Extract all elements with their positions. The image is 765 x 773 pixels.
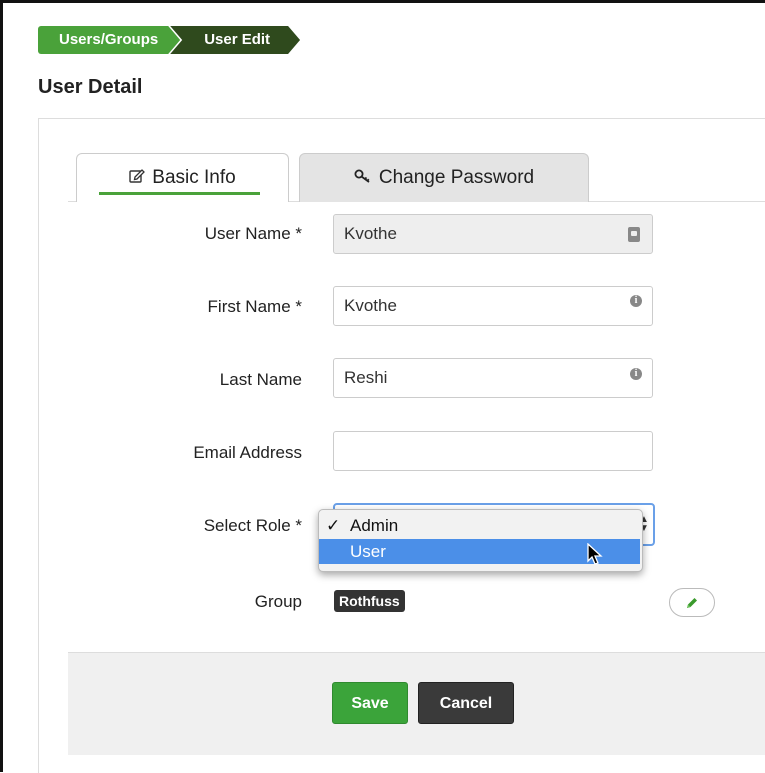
page-title: User Detail (38, 76, 143, 98)
email-address-label: Email Address (193, 443, 302, 462)
first-name-field[interactable] (333, 286, 653, 326)
active-tab-indicator (99, 192, 260, 195)
role-option-admin-label: Admin (350, 516, 399, 535)
user-name-label: User Name * (204, 224, 302, 243)
pencil-icon (687, 597, 697, 608)
role-option-admin[interactable]: ✓ Admin (319, 513, 640, 538)
select-role-label: Select Role * (203, 516, 302, 535)
edit-icon (129, 167, 146, 189)
mouse-cursor-icon (587, 543, 603, 565)
group-label: Group (254, 592, 302, 611)
breadcrumb-users-groups[interactable]: Users/Groups (38, 26, 180, 54)
window-frame-top (0, 0, 765, 3)
tab-change-password[interactable]: Change Password (299, 153, 589, 202)
last-name-field[interactable] (333, 358, 653, 398)
first-name-label: First Name * (207, 297, 302, 316)
group-badge: Rothfuss (334, 590, 405, 612)
tab-basic-info-label: Basic Info (152, 167, 236, 188)
email-address-field[interactable] (333, 431, 653, 471)
book-icon (628, 227, 640, 242)
breadcrumb-user-edit: User Edit (170, 26, 300, 54)
info-icon: i (630, 295, 642, 307)
user-name-field[interactable] (333, 214, 653, 254)
info-icon: i (630, 368, 642, 380)
cancel-button[interactable]: Cancel (418, 682, 514, 724)
save-button[interactable]: Save (332, 682, 408, 724)
tab-change-password-label: Change Password (378, 167, 535, 188)
breadcrumb: Users/Groups User Edit (38, 26, 300, 54)
checkmark-icon: ✓ (326, 516, 341, 535)
window-frame-left (0, 0, 3, 772)
last-name-label: Last Name (219, 370, 302, 389)
role-option-user-label: User (350, 542, 386, 561)
key-icon (354, 167, 372, 189)
edit-group-button[interactable] (669, 588, 715, 617)
form-footer (68, 652, 765, 755)
